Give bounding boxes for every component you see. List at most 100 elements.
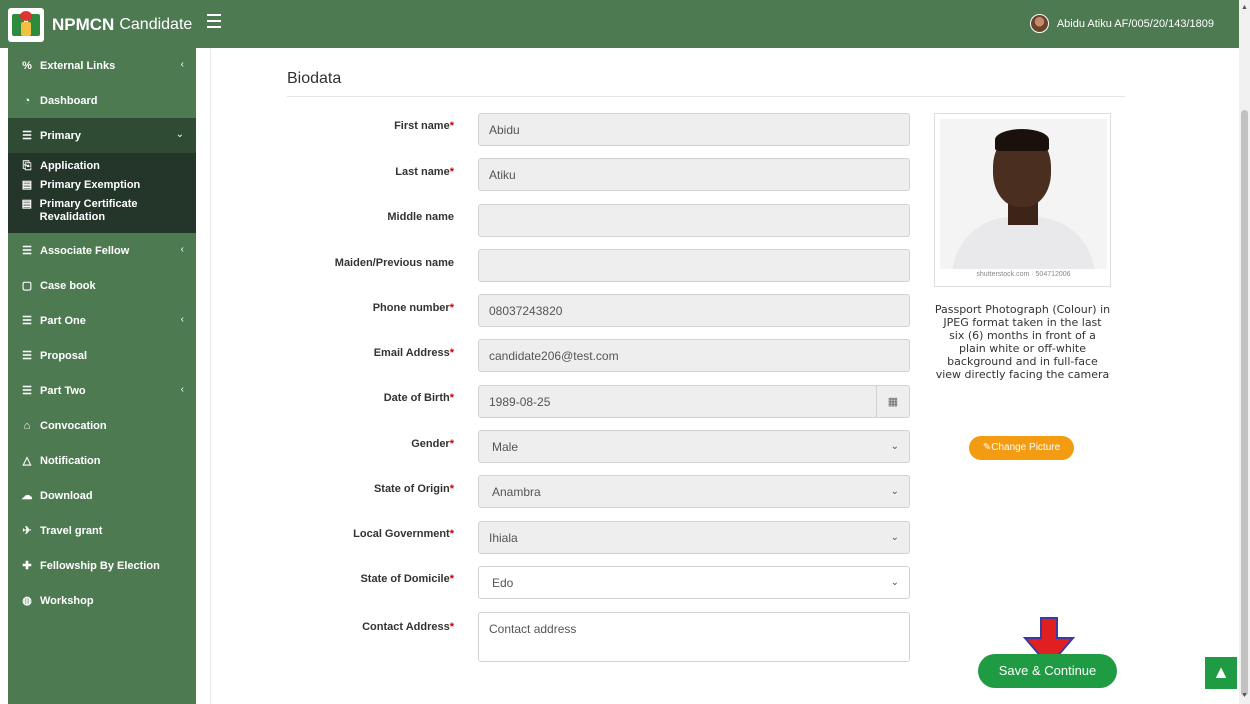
menu-toggle-icon[interactable] (207, 14, 221, 28)
copy-icon: ⎘ (22, 160, 32, 172)
top-bar: NPMCN Candidate Abidu Atiku AF/005/20/14… (0, 0, 1250, 48)
sidebar-item-label: Travel grant (40, 524, 103, 537)
sidebar-item-workshop[interactable]: ◍ Workshop (8, 583, 196, 618)
plus-icon: ✚ (22, 560, 32, 572)
contact-address-placeholder: Contact address (489, 622, 577, 636)
sidebar-item-download[interactable]: ☁ Download (8, 478, 196, 513)
middle-name-field[interactable] (478, 204, 910, 237)
sidebar-item-label: Dashboard (40, 94, 98, 107)
state-of-domicile-value: Edo (492, 576, 514, 590)
last-name-field[interactable]: Atiku (478, 158, 910, 191)
list-icon: ☰ (22, 350, 32, 362)
local-government-select[interactable]: Ihiala ⌄ (478, 521, 910, 554)
chevron-down-icon: ⌄ (890, 441, 899, 452)
scroll-down-icon[interactable]: ▼ (1241, 692, 1248, 699)
contact-address-field[interactable]: Contact address (478, 612, 910, 662)
brand[interactable]: NPMCN Candidate (8, 8, 192, 42)
sidebar-item-convocation[interactable]: ⌂ Convocation (8, 408, 196, 443)
maiden-name-field[interactable] (478, 249, 910, 282)
sidebar-item-label: Notification (40, 454, 101, 467)
sidebar-item-primary[interactable]: ☰ Primary ⌄ (8, 118, 196, 153)
sidebar-item-travel-grant[interactable]: ✈ Travel grant (8, 513, 196, 548)
phone-number-value: 08037243820 (489, 304, 563, 318)
list-icon: ☰ (22, 245, 32, 257)
bell-icon: △ (22, 455, 32, 467)
sidebar-item-label: Part Two (40, 384, 86, 397)
chevron-left-icon: ‹ (180, 384, 184, 395)
list-icon: ☰ (22, 315, 32, 327)
scrollbar-thumb[interactable] (1241, 110, 1248, 696)
sidebar-item-label: Primary Exemption (40, 179, 141, 191)
sidebar-item-part-two[interactable]: ☰ Part Two ‹ (8, 373, 196, 408)
sidebar-item-proposal[interactable]: ☰ Proposal (8, 338, 196, 373)
save-continue-button[interactable]: Save & Continue (978, 654, 1117, 688)
first-name-field[interactable]: Abidu (478, 113, 910, 146)
middle-name-label: Middle name (387, 211, 454, 223)
sidebar-item-part-one[interactable]: ☰ Part One ‹ (8, 303, 196, 338)
sidebar-item-associate-fellow[interactable]: ☰ Associate Fellow ‹ (8, 233, 196, 268)
user-menu[interactable]: Abidu Atiku AF/005/20/143/1809 (1029, 14, 1214, 33)
globe-icon: ◍ (22, 595, 32, 607)
sidebar-item-label: Primary Certificate Revalidation (39, 198, 138, 223)
change-picture-label: Change Picture (991, 442, 1061, 453)
sidebar-item-external-links[interactable]: % External Links ‹ (8, 48, 196, 83)
state-of-domicile-select[interactable]: Edo ⌄ (478, 566, 910, 599)
main-content: Biodata First name* Abidu Last name* Ati… (210, 48, 1235, 704)
last-name-value: Atiku (489, 168, 516, 182)
sidebar-item-label: Application (40, 160, 100, 172)
sidebar-item-case-book[interactable]: ▢ Case book (8, 268, 196, 303)
sidebar-item-primary-certificate-revalidation[interactable]: ▤ Primary Certificate Revalidation (8, 195, 196, 227)
date-of-birth-field[interactable]: 1989-08-25 (478, 385, 877, 418)
sidebar-item-dashboard[interactable]: ◔ Dashboard (8, 83, 196, 118)
date-of-birth-value: 1989-08-25 (489, 395, 551, 409)
sidebar-item-label: Convocation (40, 419, 107, 432)
sidebar-item-label: Primary (40, 129, 81, 142)
plane-icon: ✈ (22, 525, 32, 537)
phone-number-field[interactable]: 08037243820 (478, 294, 910, 327)
email-label: Email Address* (373, 347, 454, 359)
document-icon: ▤ (21, 198, 33, 210)
graduation-cap-icon: ⌂ (23, 419, 31, 432)
photo-instructions: Passport Photograph (Colour) in JPEG for… (934, 303, 1111, 381)
last-name-label: Last name* (395, 166, 454, 178)
sidebar-item-primary-exemption[interactable]: ▤ Primary Exemption (8, 176, 196, 195)
passport-photo-frame: shutterstock.com · 504712006 (934, 113, 1111, 287)
sidebar-item-label: Download (40, 489, 93, 502)
email-field[interactable]: candidate206@test.com (478, 339, 910, 372)
sidebar-item-application[interactable]: ⎘ Application (8, 157, 196, 176)
sidebar-item-label: External Links (40, 59, 116, 72)
list-icon: ☰ (22, 130, 32, 142)
sidebar-item-label: Associate Fellow (40, 244, 130, 257)
brand-suffix: Candidate (119, 16, 193, 33)
sidebar-item-label: Fellowship By Election (40, 559, 160, 572)
change-picture-button[interactable]: ✎Change Picture (969, 436, 1074, 460)
sidebar-item-label: Case book (40, 279, 96, 292)
photo-watermark: shutterstock.com · 504712006 (976, 271, 1071, 278)
local-government-value: Ihiala (489, 531, 518, 545)
scroll-to-top-button[interactable]: ▲ (1205, 657, 1237, 689)
dashboard-icon: ◔ (23, 94, 31, 107)
maiden-name-label: Maiden/Previous name (334, 257, 454, 269)
sidebar-item-label: Part One (40, 314, 86, 327)
phone-number-label: Phone number* (372, 302, 454, 314)
gender-label: Gender* (411, 438, 454, 450)
state-of-domicile-label: State of Domicile* (360, 573, 454, 585)
chevron-left-icon: ‹ (180, 244, 184, 255)
sidebar-item-label: Proposal (40, 349, 88, 362)
passport-photo (940, 119, 1107, 269)
divider (287, 96, 1125, 97)
date-of-birth-label: Date of Birth* (383, 392, 454, 404)
scroll-up-icon[interactable]: ▲ (1241, 4, 1248, 11)
chevron-down-icon: ⌄ (175, 129, 184, 140)
user-label: Abidu Atiku AF/005/20/143/1809 (1056, 17, 1214, 30)
email-value: candidate206@test.com (489, 349, 619, 363)
gender-select[interactable]: Male ⌄ (478, 430, 910, 463)
sidebar-item-fellowship-by-election[interactable]: ✚ Fellowship By Election (8, 548, 196, 583)
calendar-icon[interactable]: ▦ (876, 385, 910, 418)
sidebar-item-label: Workshop (40, 594, 94, 607)
state-of-origin-select[interactable]: Anambra ⌄ (478, 475, 910, 508)
link-icon: % (22, 59, 32, 72)
sidebar-item-notification[interactable]: △ Notification (8, 443, 196, 478)
sidebar: % External Links ‹ ◔ Dashboard ☰ Primary… (8, 48, 196, 704)
scrollbar[interactable]: ▲ ▼ (1239, 0, 1250, 704)
